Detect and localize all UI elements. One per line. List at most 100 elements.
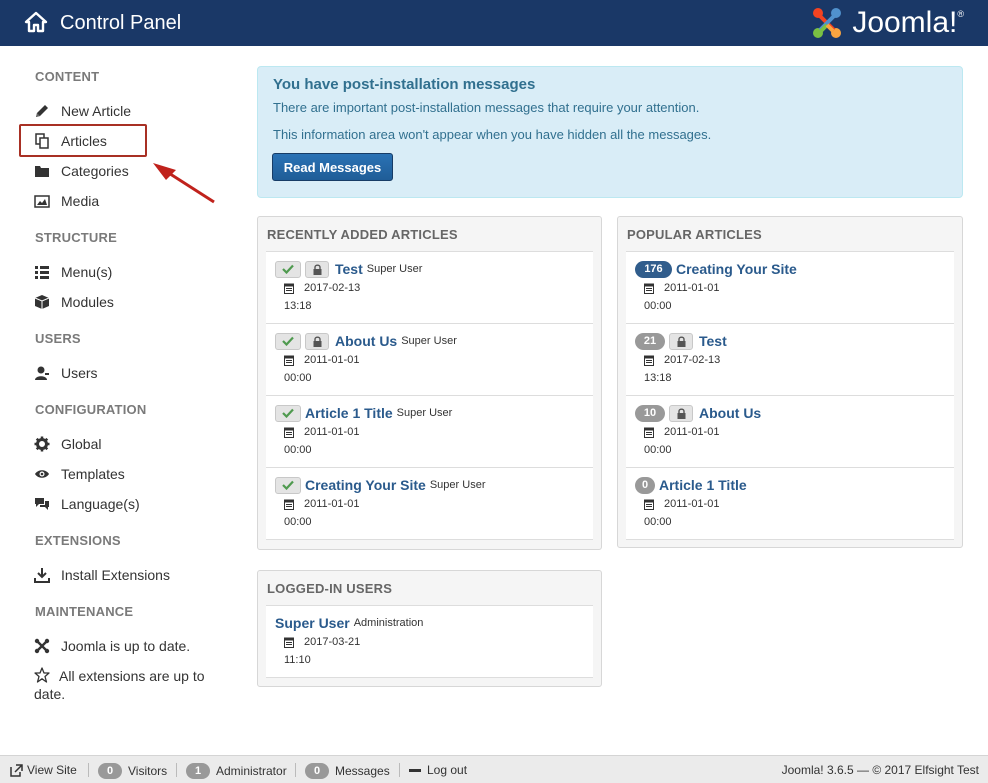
messages-count-badge: 0 [305,763,329,779]
sidebar-item-label: Media [61,193,100,209]
row-time: 00:00 [284,444,312,456]
copyright-text: Joomla! 3.6.5 — © 2017 Elfsight Test [781,763,979,777]
admin-count-badge: 1 [186,763,210,779]
administrator-status[interactable]: 1 Administrator [186,763,287,779]
list-item: Super User Administration 2017-03-21 11:10 [266,606,593,678]
gear-icon [34,436,50,452]
date-value: 2011-01-01 [304,426,360,438]
row-date: 2011-01-01 [284,354,359,366]
panel-heading: RECENTLY ADDED ARTICLES [267,227,458,242]
footer-divider [399,763,400,777]
article-title-link[interactable]: About Us [335,333,397,349]
row-time: 13:18 [644,372,672,384]
calendar-icon [644,355,664,366]
date-value: 2017-02-13 [664,354,721,366]
row-time: 00:00 [644,300,672,312]
published-check-icon[interactable] [275,260,301,278]
hits-badge: 176 [635,260,672,278]
list-item: 176 Creating Your Site 2011-01-01 00:00 [626,252,954,324]
calendar-icon [644,283,664,294]
lock-icon[interactable] [305,332,329,350]
view-site-link[interactable]: View Site [10,763,77,777]
sidebar-item-media[interactable]: Media [34,191,99,211]
article-title-link[interactable]: About Us [699,405,761,421]
article-title-link[interactable]: Article 1 Title [659,477,747,493]
sidebar-heading-users: USERS [35,331,81,346]
row-time: 13:18 [284,300,312,312]
row-header: 21 Test [635,332,731,350]
article-title-link[interactable]: Creating Your Site [676,261,797,277]
published-check-icon[interactable] [275,332,301,350]
list-item: Creating Your Site Super User 2011-01-01 00… [266,468,593,540]
read-messages-button[interactable]: Read Messages [272,153,393,181]
sidebar-item-global[interactable]: Global [34,434,101,454]
date-value: 2011-01-01 [304,354,360,366]
lock-icon[interactable] [305,260,329,278]
sidebar-item-modules[interactable]: Modules [34,292,114,312]
hits-badge: 0 [635,476,655,494]
calendar-icon [284,427,304,438]
list-icon [35,266,49,279]
article-title-link[interactable]: Test [335,261,363,277]
sidebar-item-extensions-status[interactable]: All extensions are up to date. [34,667,224,703]
lock-icon[interactable] [669,404,693,422]
recent-articles-list: Test Super User 2017-02-13 13:18 About Us Sup… [266,251,593,540]
sidebar-item-label: Users [61,365,98,381]
sidebar-item-users[interactable]: Users [34,363,98,383]
logout-link[interactable]: Log out [409,763,467,777]
page-title: Control Panel [60,12,182,34]
user-name-link[interactable]: Super User [275,615,350,631]
footer-divider [176,763,177,777]
sidebar-item-new-article[interactable]: New Article [34,101,131,121]
row-header: Test Super User [275,260,422,278]
row-header: 0 Article 1 Title [635,476,751,494]
sidebar-item-templates[interactable]: Templates [34,464,125,484]
footer-divider [88,763,89,777]
calendar-icon [284,283,304,294]
sidebar-item-languages[interactable]: Language(s) [34,494,140,514]
row-date: 2017-02-13 [284,282,360,294]
visitors-status[interactable]: 0 Visitors [98,763,167,779]
view-site-label: View Site [27,763,77,777]
user-role: Administration [353,617,424,629]
article-author: Super User [366,263,423,275]
sidebar-item-install-extensions[interactable]: Install Extensions [34,565,170,585]
sidebar-item-label: Global [61,436,102,452]
recently-added-panel: RECENTLY ADDED ARTICLES Test Super User 20… [257,216,602,550]
list-item: 10 About Us 2011-01-01 00:00 [626,396,954,468]
download-icon [34,568,50,583]
footer-divider [295,763,296,777]
home-icon[interactable] [24,10,48,34]
calendar-icon [284,499,304,510]
alert-text: This information area won't appear when … [273,127,712,142]
row-header: Creating Your Site Super User [275,476,485,494]
hits-badge: 21 [635,332,665,350]
list-item: Test Super User 2017-02-13 13:18 [266,252,593,324]
article-title-link[interactable]: Creating Your Site [305,477,426,493]
messages-status[interactable]: 0 Messages [305,763,390,779]
pencil-icon [36,105,48,117]
published-check-icon[interactable] [275,476,301,494]
sidebar-item-menus[interactable]: Menu(s) [34,262,112,282]
comments-icon [35,498,49,510]
sidebar-item-label: All extensions are up to date. [34,668,205,702]
row-date: 2011-01-01 [644,426,719,438]
user-icon [35,366,49,380]
panel-heading: POPULAR ARTICLES [627,227,762,242]
published-check-icon[interactable] [275,404,301,422]
sidebar-item-joomla-status[interactable]: Joomla is up to date. [34,636,190,656]
sidebar-item-categories[interactable]: Categories [34,161,129,181]
row-date: 2017-03-21 [284,636,360,648]
article-title-link[interactable]: Test [699,333,727,349]
joomla-logo-icon [813,8,842,38]
visitors-label: Visitors [128,764,168,778]
sidebar-item-label: Templates [61,466,125,482]
cube-icon [34,295,50,309]
image-icon [34,195,50,208]
administrator-label: Administrator [216,764,287,778]
list-item: About Us Super User 2011-01-01 00:00 [266,324,593,396]
hits-badge: 10 [635,404,665,422]
article-title-link[interactable]: Article 1 Title [305,405,393,421]
row-time: 00:00 [644,516,672,528]
lock-icon[interactable] [669,332,693,350]
